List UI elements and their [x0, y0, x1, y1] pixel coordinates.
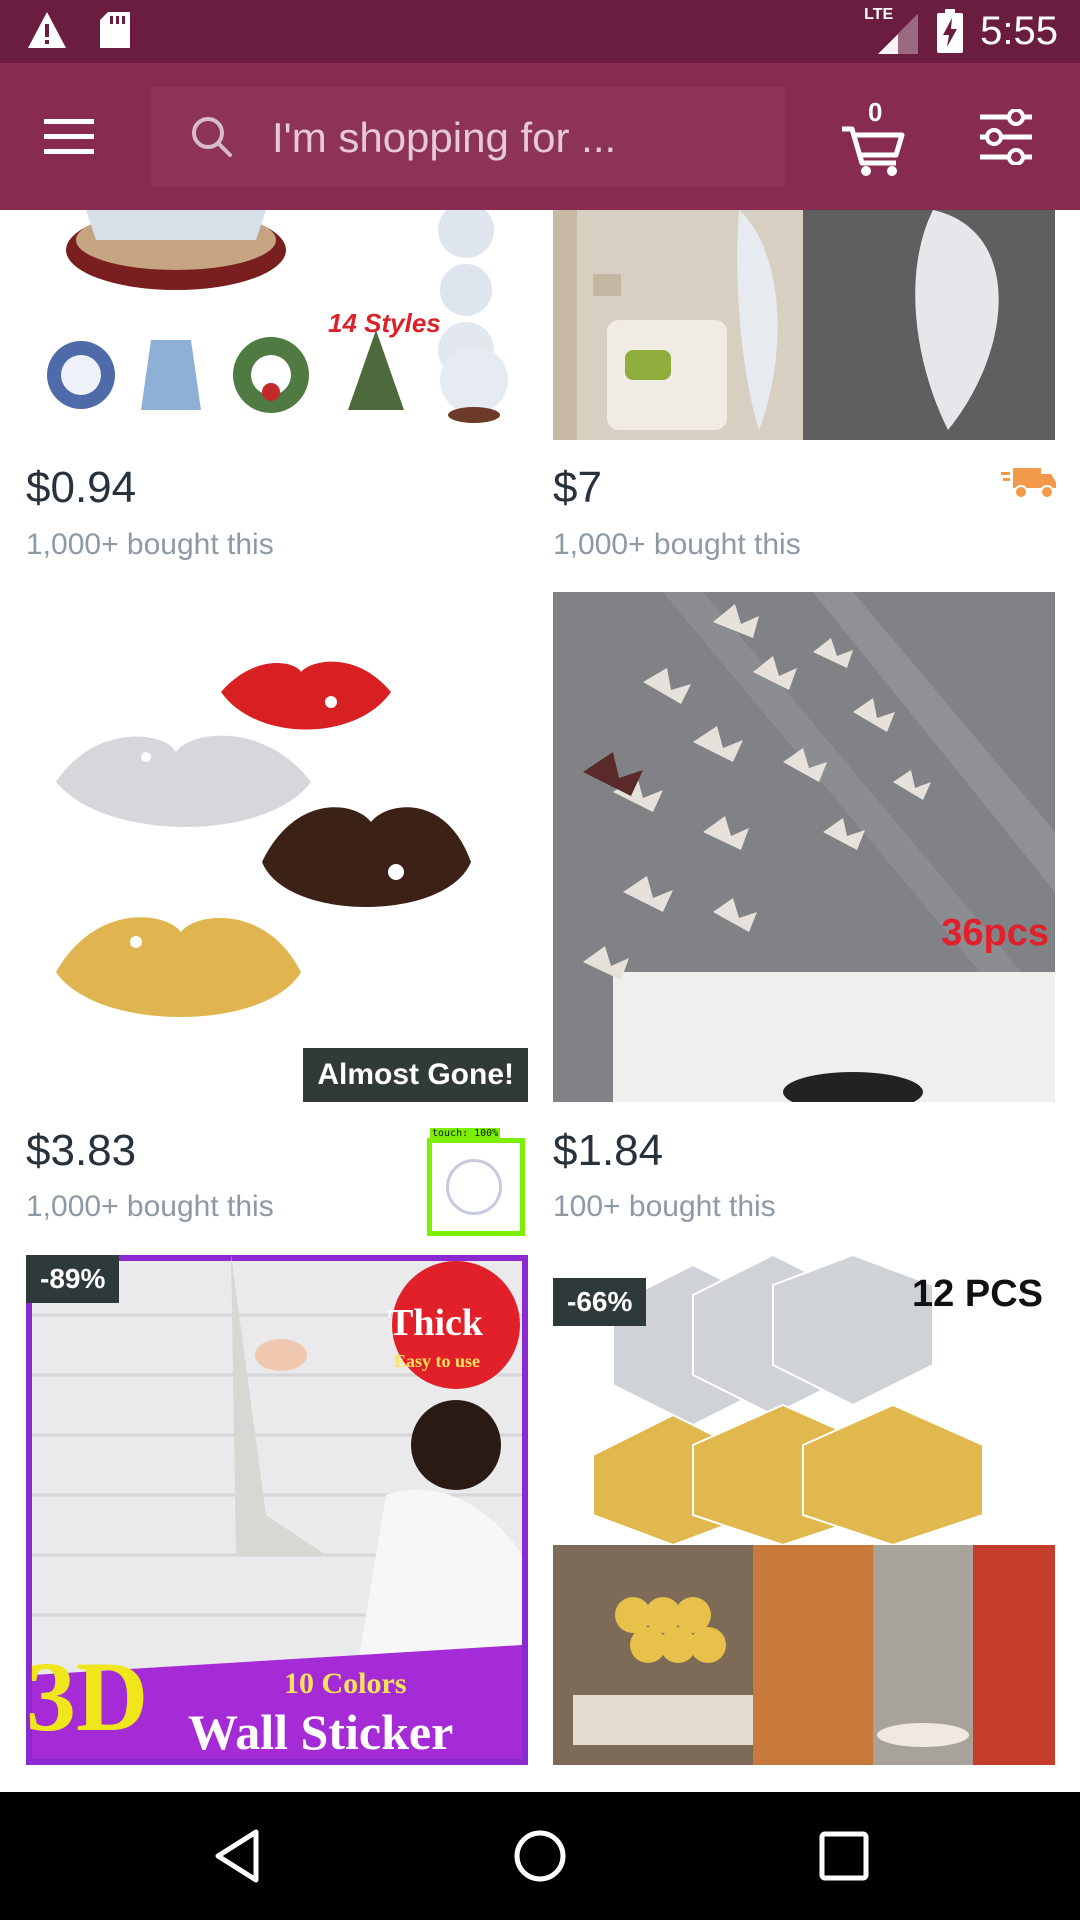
menu-button[interactable] — [40, 107, 100, 167]
product-card[interactable]: 14 Styles $0.94 1,000+ bought this — [26, 210, 528, 570]
product-price: $3.83 — [26, 1126, 137, 1175]
image-caption: Thick — [388, 1302, 484, 1344]
sd-card-icon — [100, 12, 130, 48]
stock-badge: Almost Gone! — [303, 1048, 528, 1102]
image-caption: 3D — [26, 1641, 149, 1752]
status-bar: LTE 5:55 — [0, 0, 1080, 63]
bought-count: 1,000+ bought this — [553, 528, 801, 561]
app-header: 0 — [0, 63, 1080, 210]
product-image[interactable]: 14 Styles — [26, 210, 528, 440]
image-caption: 36pcs — [941, 912, 1049, 954]
product-price: $1.84 — [553, 1126, 664, 1175]
product-grid[interactable]: 14 Styles $0.94 1,000+ bought this $7 1,… — [0, 210, 1080, 1792]
clock: 5:55 — [980, 8, 1058, 53]
image-caption: 12 PCS — [912, 1273, 1043, 1315]
bought-count: 1,000+ bought this — [26, 528, 274, 561]
back-icon — [215, 1829, 259, 1883]
image-caption: Easy to use — [394, 1351, 481, 1371]
back-button[interactable] — [208, 1826, 268, 1886]
truck-icon — [1001, 468, 1056, 499]
image-caption: 14 Styles — [328, 308, 441, 338]
product-card[interactable]: $7 1,000+ bought this — [553, 210, 1056, 570]
filter-button[interactable] — [978, 108, 1034, 166]
touch-point — [446, 1159, 502, 1215]
product-image[interactable]: -89% Thick Easy to use 3D 10 Colors Wall… — [26, 1255, 528, 1765]
product-card[interactable]: 36pcs $1.84 100+ bought this — [553, 592, 1055, 1232]
discount-badge: -66% — [553, 1278, 647, 1326]
cart-button[interactable]: 0 — [838, 97, 910, 179]
home-icon — [514, 1830, 566, 1882]
warning-icon — [28, 12, 66, 48]
discount-badge: -89% — [26, 1255, 120, 1303]
product-image[interactable]: 36pcs — [553, 592, 1055, 1102]
product-price: $7 — [553, 463, 602, 512]
product-image[interactable]: -66% 12 PCS — [553, 1255, 1055, 1765]
recents-icon — [819, 1831, 869, 1881]
product-card[interactable]: -66% 12 PCS — [553, 1255, 1055, 1775]
bought-count: 100+ bought this — [553, 1190, 776, 1223]
battery-charging-icon — [937, 9, 964, 53]
product-image[interactable] — [553, 210, 1055, 440]
product-price: $0.94 — [26, 463, 137, 512]
image-caption: Wall Sticker — [188, 1704, 454, 1760]
cart-count-badge: 0 — [868, 97, 883, 127]
system-nav-bar — [0, 1792, 1080, 1920]
image-caption: 10 Colors — [284, 1667, 407, 1700]
signal-icon: LTE — [864, 6, 920, 56]
recents-button[interactable] — [814, 1826, 874, 1886]
search-input[interactable] — [270, 107, 774, 169]
bought-count: 1,000+ bought this — [26, 1190, 274, 1223]
search-icon — [192, 117, 232, 157]
hamburger-menu-icon — [44, 119, 94, 154]
filter-sliders-icon — [980, 108, 1032, 166]
home-button[interactable] — [510, 1826, 570, 1886]
search-box[interactable] — [150, 87, 786, 187]
product-card[interactable]: -89% Thick Easy to use 3D 10 Colors Wall… — [26, 1255, 528, 1775]
product-image[interactable]: Almost Gone! — [26, 592, 528, 1102]
